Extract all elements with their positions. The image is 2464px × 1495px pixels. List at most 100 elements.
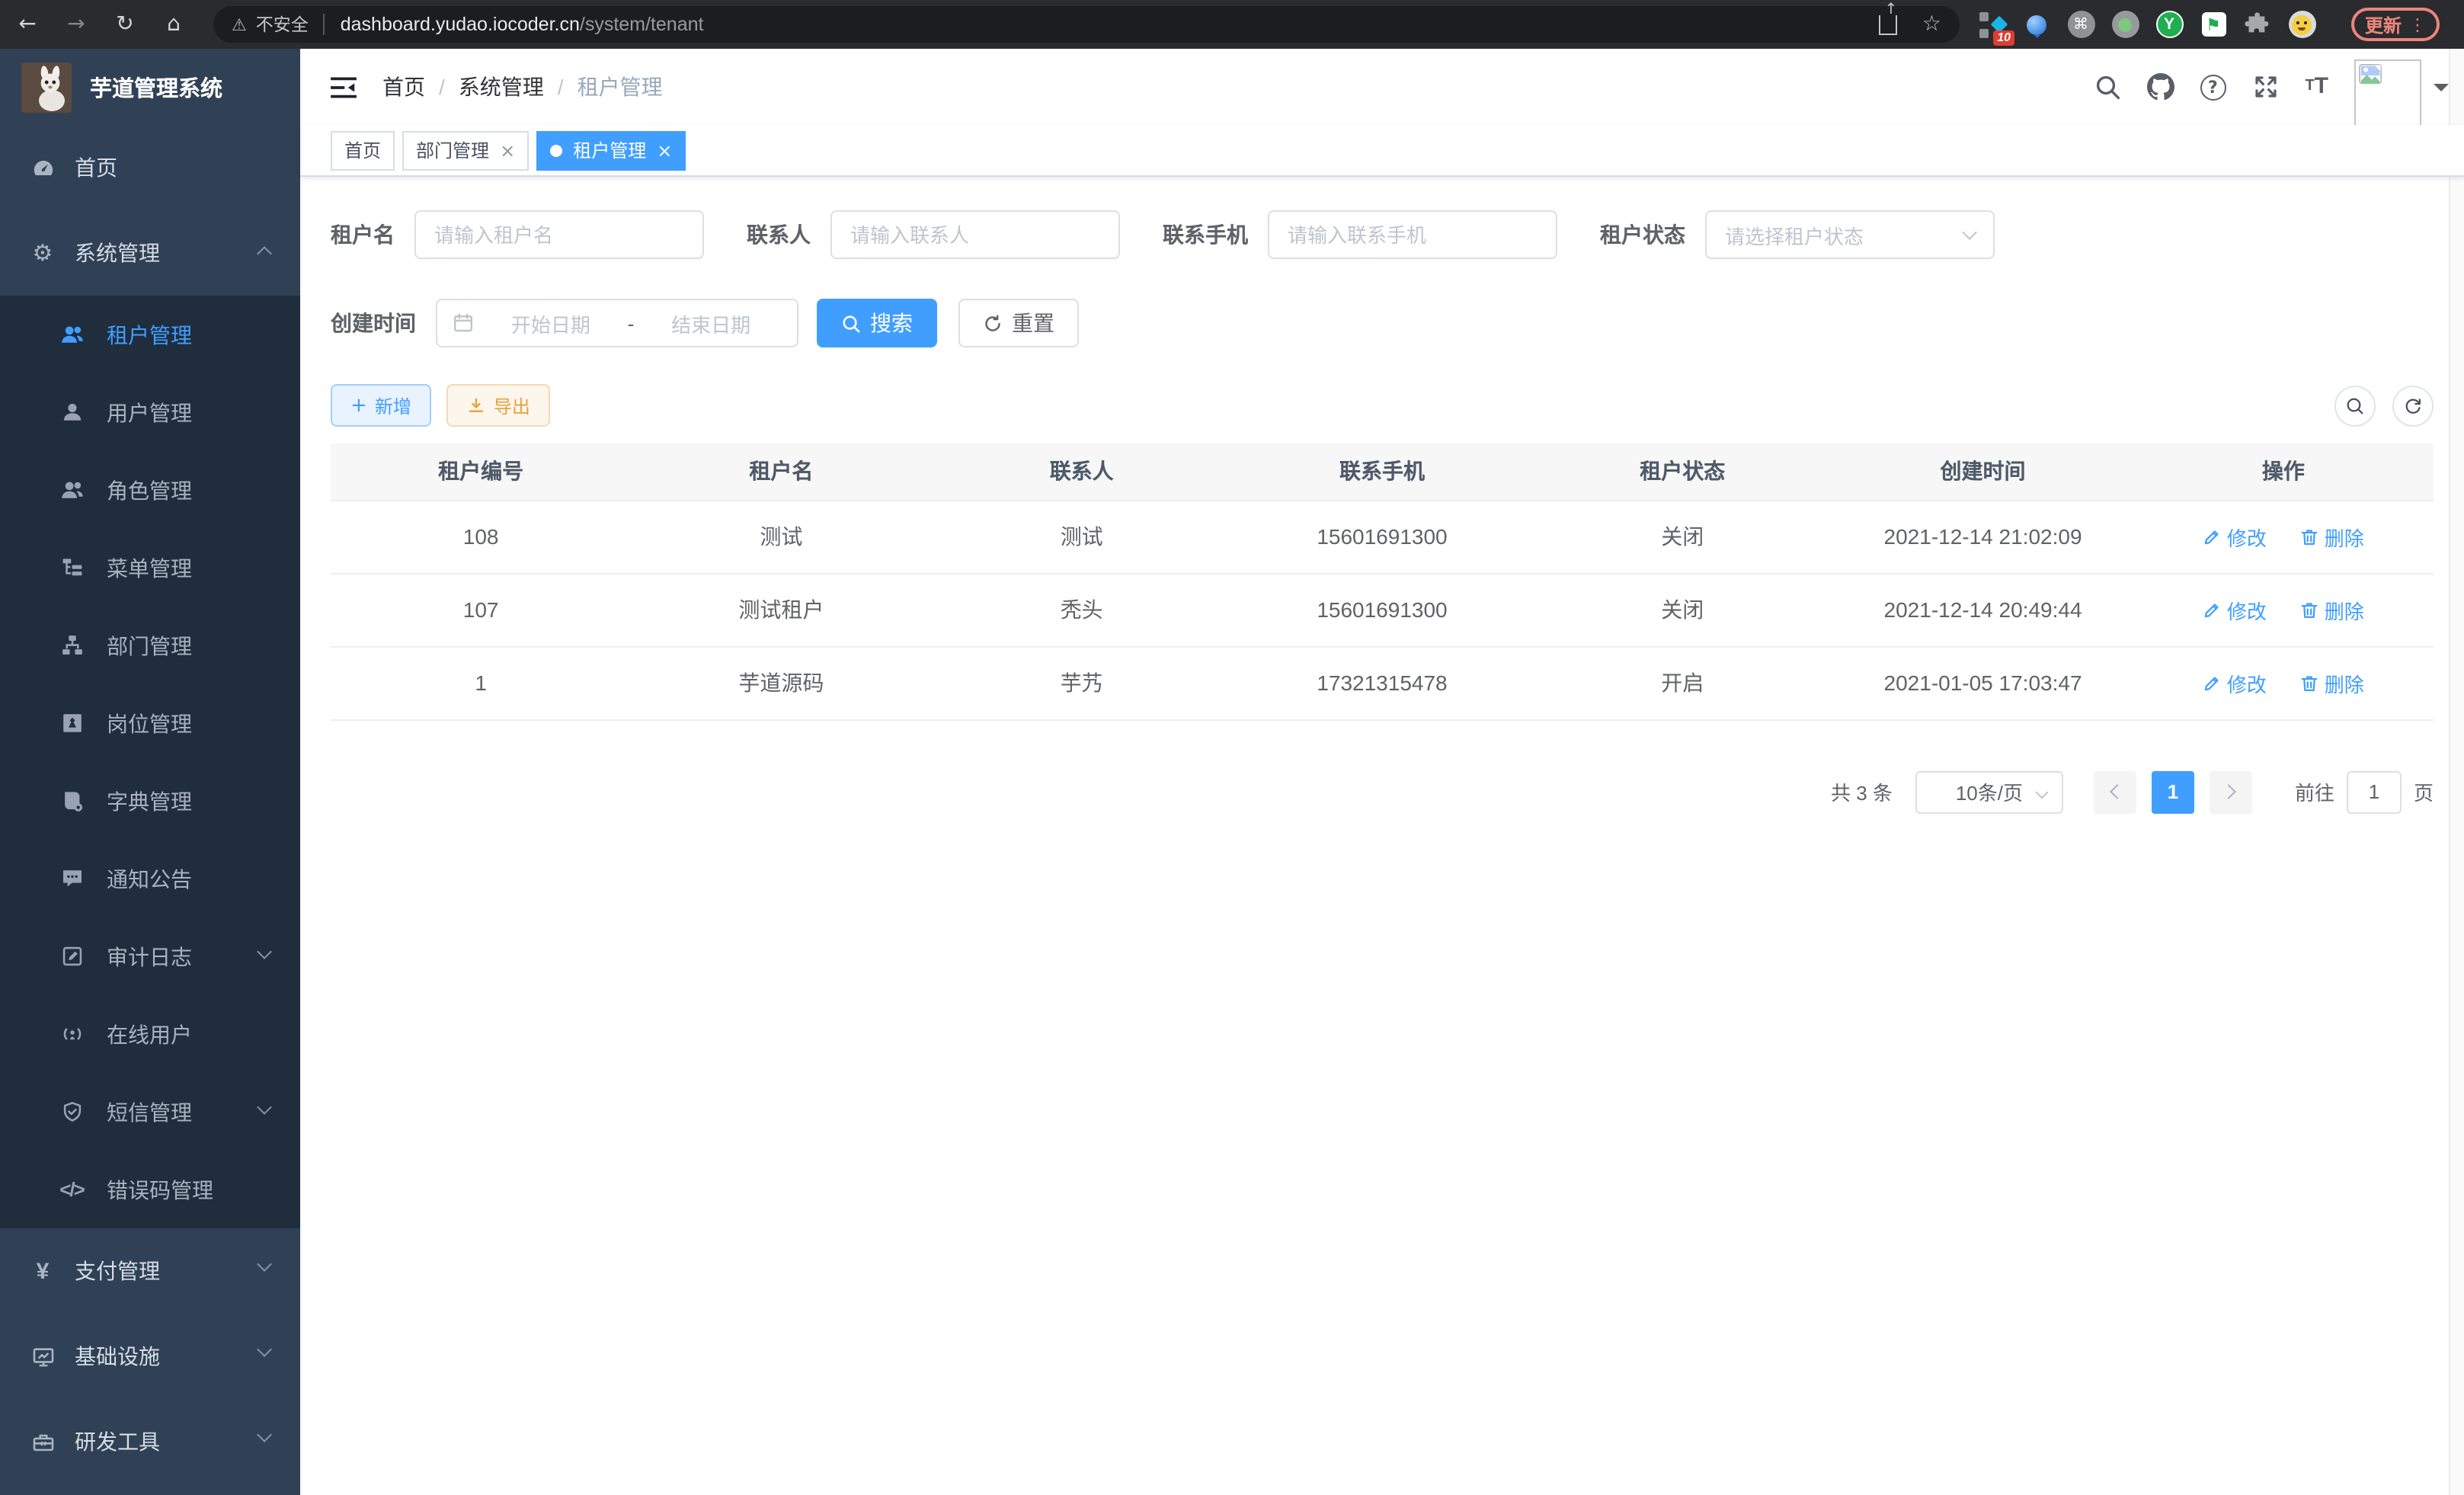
delete-link[interactable]: 删除 (2300, 668, 2364, 697)
total-count: 共 3 条 (1831, 777, 1893, 806)
close-icon[interactable]: × (657, 139, 672, 161)
help-icon[interactable]: ? (2200, 73, 2226, 100)
table-tools (2318, 385, 2434, 426)
end-date-placeholder[interactable]: 结束日期 (640, 309, 782, 338)
phone-cell: 15601691300 (1232, 573, 1532, 646)
sidebar-item-posts[interactable]: 岗位管理 (0, 684, 300, 762)
col-tenant-id: 租户编号 (331, 443, 631, 500)
goto-page-input[interactable] (2347, 770, 2402, 813)
browser-update-button[interactable]: 更新 ⋮ (2351, 8, 2440, 41)
sidebar-collapse-icon[interactable] (331, 75, 357, 98)
refresh-icon (983, 313, 1003, 333)
next-page-button[interactable] (2210, 770, 2252, 813)
sidebar-item-sms[interactable]: 短信管理 (0, 1073, 300, 1151)
hide-search-button[interactable] (2334, 385, 2376, 426)
sidebar-item-payment[interactable]: ¥ 支付管理 (0, 1228, 300, 1314)
extension-badge: 10 (1993, 30, 2014, 45)
tab-home[interactable]: 首页 (331, 130, 395, 170)
extensions-puzzle-icon[interactable] (2243, 10, 2272, 39)
tab-dept[interactable]: 部门管理 × (402, 130, 529, 170)
extension-y-icon[interactable]: Y (2155, 10, 2184, 39)
address-bar[interactable]: ⚠ 不安全 dashboard.yudao.iocoder.cn /system… (213, 6, 1960, 43)
date-range-picker[interactable]: 开始日期 - 结束日期 (436, 299, 798, 347)
extension-balloon-icon[interactable] (2022, 10, 2051, 39)
reset-button[interactable]: 重置 (958, 299, 1079, 347)
browser-home-button[interactable]: ⌂ (158, 0, 189, 49)
breadcrumb-home[interactable]: 首页 (382, 72, 425, 102)
sidebar-item-infra[interactable]: 基础设施 (0, 1314, 300, 1399)
extensions-bar: 10 ⌘ Y ⚑ (1978, 10, 2331, 39)
close-icon[interactable]: × (500, 139, 515, 161)
sidebar-item-dict[interactable]: 字典管理 (0, 762, 300, 840)
sidebar-item-roles[interactable]: 角色管理 (0, 451, 300, 529)
fullscreen-icon[interactable] (2251, 73, 2279, 101)
sidebar-item-devtools[interactable]: 研发工具 (0, 1399, 300, 1484)
broken-image-icon (2359, 64, 2385, 87)
security-label[interactable]: 不安全 (256, 12, 309, 37)
delete-link[interactable]: 删除 (2300, 522, 2364, 551)
sidebar-item-menus[interactable]: 菜单管理 (0, 529, 300, 607)
add-button[interactable]: + 新增 (331, 384, 431, 427)
sidebar-item-label: 用户管理 (107, 397, 192, 427)
github-icon[interactable] (2146, 73, 2174, 101)
delete-link[interactable]: 删除 (2300, 595, 2364, 624)
sidebar-item-users[interactable]: 用户管理 (0, 373, 300, 451)
actions-cell: 修改 删除 (2133, 573, 2434, 646)
edit-link[interactable]: 修改 (2203, 668, 2267, 697)
extension-pinned-icon[interactable]: 10 (1978, 10, 2007, 39)
avatar-dropdown-caret[interactable] (2434, 84, 2449, 99)
font-size-icon[interactable]: TT (2305, 73, 2328, 99)
status-select[interactable]: 请选择租户状态 (1705, 210, 1995, 259)
export-button[interactable]: 导出 (446, 384, 550, 427)
start-date-placeholder[interactable]: 开始日期 (480, 309, 622, 338)
sidebar-item-tenant[interactable]: 租户管理 (0, 296, 300, 373)
prev-page-button[interactable] (2094, 770, 2136, 813)
tenant-id-cell: 1 (331, 646, 631, 719)
sidebar-item-system[interactable]: ⚙ 系统管理 (0, 210, 300, 296)
browser-forward-button[interactable]: → (61, 0, 91, 49)
search-button[interactable]: 搜索 (817, 299, 937, 347)
page-size-select[interactable]: 10条/页 (1915, 770, 2063, 813)
phone-input[interactable] (1268, 210, 1557, 259)
sidebar-item-label: 菜单管理 (107, 552, 192, 583)
created-cell: 2021-01-05 17:03:47 (1832, 646, 2133, 719)
app-logo[interactable]: 芋道管理系统 (0, 49, 300, 125)
col-phone: 联系手机 (1232, 443, 1532, 500)
header-search-icon[interactable] (2093, 73, 2120, 101)
tab-tenant[interactable]: 租户管理 × (536, 130, 686, 170)
sidebar-item-audit-log[interactable]: 审计日志 (0, 917, 300, 995)
extension-command-icon[interactable]: ⌘ (2066, 10, 2095, 39)
avatar[interactable] (2354, 59, 2421, 128)
status-cell: 开启 (1532, 646, 1832, 719)
main-area: 首页 / 系统管理 / 租户管理 ? (300, 49, 2464, 1495)
page-scrollbar[interactable] (2449, 49, 2464, 1495)
browser-toolbar: ← → ↻ ⌂ ⚠ 不安全 dashboard.yudao.iocoder.cn… (0, 0, 2464, 49)
filter-row-2: 创建时间 开始日期 - 结束日期 搜索 (331, 299, 2434, 347)
browser-back-button[interactable]: ← (12, 0, 43, 49)
contact-input[interactable] (830, 210, 1120, 259)
sidebar-item-home[interactable]: 首页 (0, 125, 300, 210)
sidebar-item-error-codes[interactable]: </> 错误码管理 (0, 1151, 300, 1228)
edit-link[interactable]: 修改 (2203, 522, 2267, 551)
sidebar-item-depts[interactable]: 部门管理 (0, 607, 300, 684)
edit-link[interactable]: 修改 (2203, 595, 2267, 624)
status-cell: 关闭 (1532, 500, 1832, 573)
screen: ← → ↻ ⌂ ⚠ 不安全 dashboard.yudao.iocoder.cn… (0, 0, 2464, 1495)
extension-recorder-icon[interactable] (2110, 10, 2139, 39)
tenant-name-cell: 测试 (631, 500, 931, 573)
browser-reload-button[interactable]: ↻ (110, 0, 140, 49)
sidebar-item-online-users[interactable]: 在线用户 (0, 995, 300, 1073)
extension-flag-icon[interactable]: ⚑ (2199, 10, 2228, 39)
breadcrumb-system[interactable]: 系统管理 (459, 72, 544, 102)
url-host: dashboard.yudao.iocoder.cn (341, 14, 580, 35)
page-number-current[interactable]: 1 (2152, 770, 2194, 813)
sidebar-item-notice[interactable]: 通知公告 (0, 840, 300, 917)
extension-avatar-icon[interactable] (2287, 10, 2316, 39)
share-icon[interactable]: ↑ (1880, 14, 1898, 34)
refresh-table-button[interactable] (2392, 385, 2434, 426)
divider (324, 14, 325, 35)
tenant-name-input[interactable] (414, 210, 704, 259)
logo-rabbit-image (21, 62, 72, 112)
bookmark-star-icon[interactable]: ☆ (1922, 12, 1941, 37)
browser-menu-icon[interactable]: ⋮ (2409, 14, 2426, 34)
